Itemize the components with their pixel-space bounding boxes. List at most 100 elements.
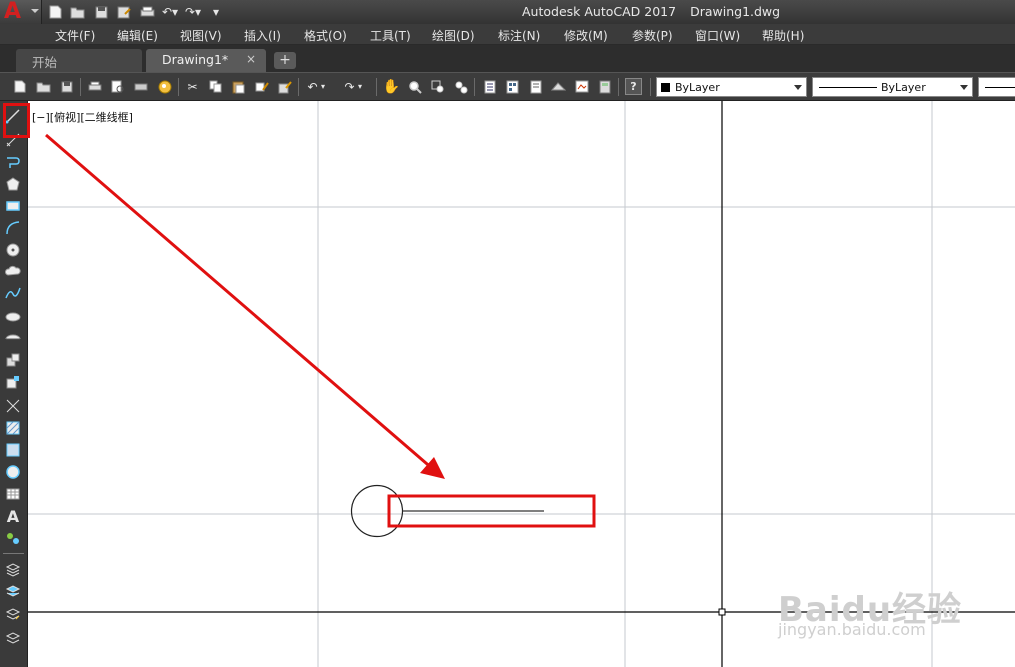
gradient-icon[interactable] [4, 441, 22, 459]
menu-format[interactable]: 格式(O) [304, 27, 347, 44]
chevron-down-icon [31, 9, 39, 13]
markup-set-icon[interactable] [573, 78, 590, 95]
add-selected-icon[interactable] [4, 529, 22, 547]
draw-toolbar: A [0, 101, 28, 667]
menu-edit[interactable]: 编辑(E) [117, 27, 158, 44]
chevron-down-icon[interactable]: ▾ [318, 78, 328, 95]
save-icon[interactable] [58, 78, 75, 95]
tab-start[interactable]: 开始 [16, 49, 142, 72]
menu-draw[interactable]: 绘图(D) [432, 27, 475, 44]
publish-icon[interactable] [132, 78, 149, 95]
lineweight-control-dropdown[interactable] [978, 77, 1015, 97]
layer-isolate-icon[interactable] [4, 627, 22, 645]
spline-icon[interactable] [4, 285, 22, 303]
file-name: Drawing1.dwg [690, 4, 781, 19]
origin-grip[interactable] [718, 608, 726, 616]
menu-insert[interactable]: 插入(I) [244, 27, 281, 44]
tab-start-label: 开始 [32, 55, 58, 70]
menu-help[interactable]: 帮助(H) [762, 27, 804, 44]
new-icon[interactable] [46, 4, 64, 20]
viewport-controls[interactable]: [−][俯视][二维线框] [32, 109, 133, 125]
toolbar-separator [3, 553, 24, 554]
match-properties-icon[interactable] [253, 78, 270, 95]
new-tab-button[interactable]: + [274, 52, 296, 69]
layer-states-icon[interactable] [4, 561, 22, 579]
linetype-control-dropdown[interactable]: ByLayer [812, 77, 973, 97]
redo-icon[interactable]: ↷▾ [184, 4, 202, 20]
qnew-icon[interactable] [11, 78, 28, 95]
baidu-watermark: Baidu经验 jingyan.baidu.com [778, 580, 1008, 660]
ellipse-arc-icon[interactable] [4, 329, 22, 347]
app-name: Autodesk AutoCAD 2017 [522, 4, 677, 19]
zoom-realtime-icon[interactable] [406, 78, 423, 95]
close-icon[interactable]: × [246, 52, 256, 66]
make-block-icon[interactable] [4, 373, 22, 391]
pan-icon[interactable]: ✋ [383, 78, 400, 95]
polyline-icon[interactable] [4, 153, 22, 171]
open-icon[interactable] [35, 78, 52, 95]
toolbar-separator [80, 78, 81, 96]
table-icon[interactable] [4, 485, 22, 503]
menu-window[interactable]: 窗口(W) [695, 27, 740, 44]
plot-preview-icon[interactable] [109, 78, 126, 95]
region-icon[interactable] [4, 463, 22, 481]
polygon-icon[interactable] [4, 175, 22, 193]
menu-bar: 文件(F) 编辑(E) 视图(V) 插入(I) 格式(O) 工具(T) 绘图(D… [0, 24, 1015, 45]
rectangle-icon[interactable] [4, 197, 22, 215]
save-icon[interactable] [92, 4, 110, 20]
file-tab-bar: 开始 Drawing1* × [0, 45, 1015, 72]
layer-previous-icon[interactable] [4, 605, 22, 623]
open-icon[interactable] [69, 4, 87, 20]
block-editor-icon[interactable] [276, 78, 293, 95]
circle-icon[interactable] [4, 241, 22, 259]
highlight-box-line-tool [3, 103, 30, 138]
3d-print-icon[interactable] [156, 78, 173, 95]
insert-block-icon[interactable] [4, 351, 22, 369]
print-icon[interactable] [138, 4, 156, 20]
arc-icon[interactable] [4, 219, 22, 237]
color-control-dropdown[interactable]: ByLayer [656, 77, 807, 97]
color-control-value: ByLayer [675, 81, 720, 94]
properties-icon[interactable] [481, 78, 498, 95]
cut-icon[interactable]: ✂ [184, 78, 201, 95]
sheet-set-icon[interactable] [550, 78, 567, 95]
application-menu-button[interactable]: A [0, 0, 42, 24]
menu-view[interactable]: 视图(V) [180, 27, 222, 44]
drawn-circle[interactable] [350, 484, 404, 538]
zoom-window-icon[interactable] [429, 78, 446, 95]
tool-palettes-icon[interactable] [527, 78, 544, 95]
copy-icon[interactable] [207, 78, 224, 95]
tab-drawing1[interactable]: Drawing1* × [146, 49, 266, 72]
undo-icon[interactable]: ↶▾ [161, 4, 179, 20]
quickcalc-icon[interactable] [596, 78, 613, 95]
autocad-window: A ↶▾ ↷▾ ▾ Autodesk AutoCAD 2017 Drawing1… [0, 0, 1015, 667]
menu-tools[interactable]: 工具(T) [370, 27, 411, 44]
help-icon[interactable]: ? [625, 78, 642, 95]
menu-parametric[interactable]: 参数(P) [632, 27, 673, 44]
customize-icon[interactable]: ▾ [207, 4, 225, 20]
annotation-overlay [45, 133, 596, 528]
zoom-previous-icon[interactable] [452, 78, 469, 95]
quick-access-toolbar: ↶▾ ↷▾ ▾ [46, 3, 225, 21]
toolbar-separator [618, 78, 619, 96]
revision-cloud-icon[interactable] [4, 263, 22, 281]
menu-dimension[interactable]: 标注(N) [498, 27, 540, 44]
toolbar-separator [474, 78, 475, 96]
hatch-icon[interactable] [4, 419, 22, 437]
paste-icon[interactable] [230, 78, 247, 95]
ellipse-icon[interactable] [4, 307, 22, 325]
tab-drawing1-label: Drawing1* [162, 52, 229, 67]
watermark-url: jingyan.baidu.com [778, 620, 926, 639]
linetype-sample [819, 87, 877, 88]
menu-modify[interactable]: 修改(M) [564, 27, 608, 44]
menu-file[interactable]: 文件(F) [55, 27, 95, 44]
point-icon[interactable] [4, 397, 22, 415]
chevron-down-icon[interactable]: ▾ [355, 78, 365, 95]
multiline-text-icon[interactable]: A [4, 507, 22, 526]
toolbar-separator [376, 78, 377, 96]
lineweight-sample [985, 87, 1015, 88]
design-center-icon[interactable] [504, 78, 521, 95]
layer-properties-icon[interactable] [4, 583, 22, 601]
plot-icon[interactable] [86, 78, 103, 95]
save-as-icon[interactable] [115, 4, 133, 20]
